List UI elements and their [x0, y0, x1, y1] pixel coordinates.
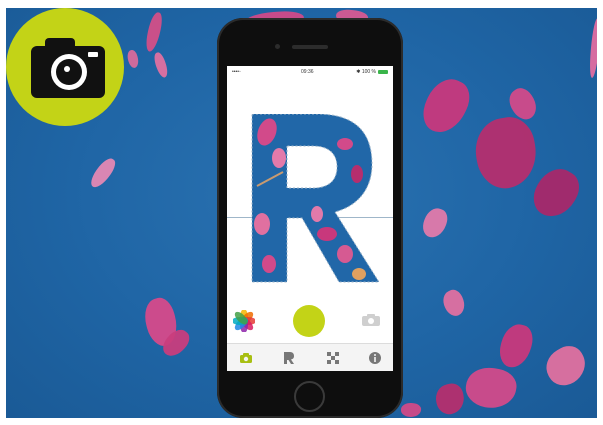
- camera-icon: [31, 38, 105, 98]
- petal: [526, 161, 586, 225]
- petal: [400, 402, 422, 418]
- petal: [539, 340, 593, 392]
- battery-text: ✱ 100 %: [356, 69, 376, 75]
- camera-controls: [227, 297, 393, 343]
- petal: [433, 381, 467, 417]
- petal: [439, 286, 469, 320]
- front-camera: [275, 44, 280, 49]
- petal: [151, 51, 171, 79]
- battery-indicator: ✱ 100 %: [356, 69, 388, 75]
- status-time: 09:36: [301, 69, 314, 75]
- petal: [588, 17, 597, 79]
- petal: [419, 205, 451, 241]
- shutter-button[interactable]: [293, 305, 325, 337]
- battery-icon: [378, 69, 388, 74]
- petal: [143, 11, 165, 53]
- petal: [462, 363, 520, 413]
- petal: [495, 320, 537, 372]
- status-bar: ••••◦ 09:36 ✱ 100 %: [227, 66, 393, 77]
- signal-indicator: ••••◦: [232, 69, 241, 75]
- photos-icon[interactable]: [233, 310, 255, 332]
- tab-letter-icon[interactable]: [282, 351, 296, 365]
- tab-bar: [227, 343, 393, 371]
- letter-mask-preview[interactable]: [247, 113, 387, 284]
- camera-badge: [6, 8, 124, 126]
- tab-info-icon[interactable]: [368, 351, 382, 365]
- petal: [416, 72, 476, 140]
- home-button[interactable]: [294, 381, 325, 412]
- petal: [87, 155, 119, 191]
- app-screen: ••••◦ 09:36 ✱ 100 %: [227, 66, 393, 371]
- letter-r-shape: [251, 113, 380, 283]
- petal: [125, 49, 141, 69]
- camera-switch-icon[interactable]: [361, 313, 381, 327]
- tab-frame-icon[interactable]: [326, 351, 340, 365]
- tab-camera-icon[interactable]: [239, 351, 253, 365]
- petal: [470, 113, 542, 193]
- earpiece-speaker: [292, 45, 328, 49]
- phone-device: ••••◦ 09:36 ✱ 100 %: [217, 18, 403, 418]
